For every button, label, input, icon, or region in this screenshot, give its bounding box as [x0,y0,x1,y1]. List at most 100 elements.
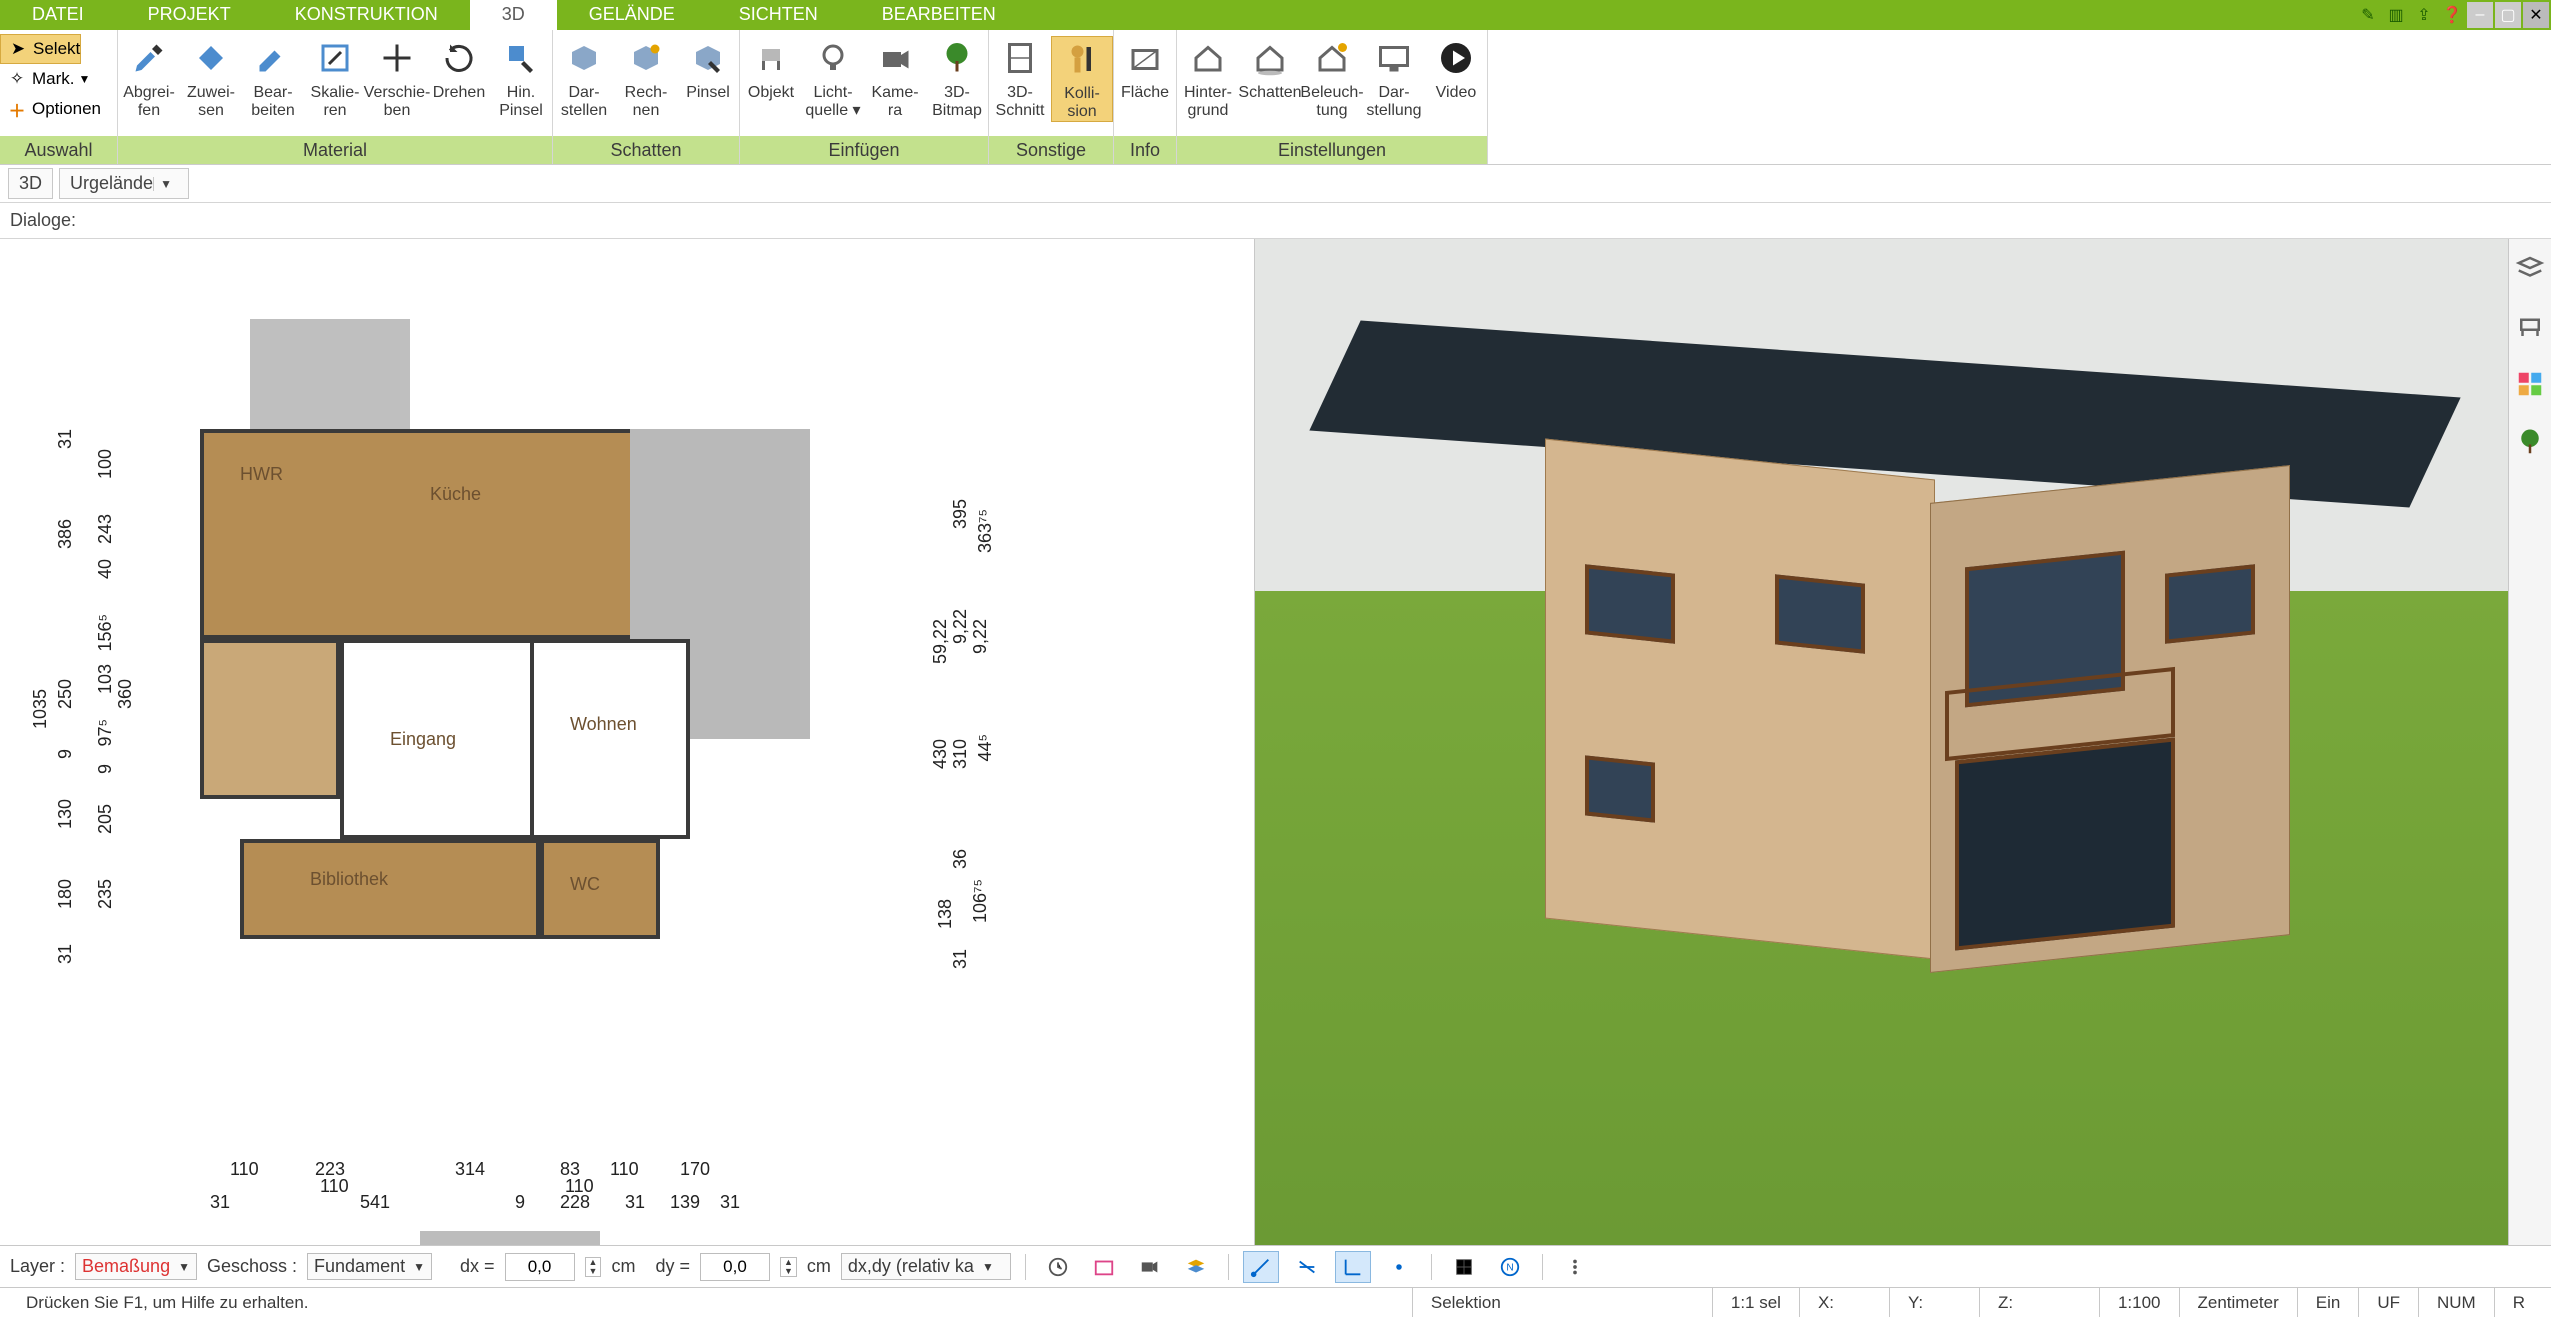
shadow-rechnen-button[interactable]: Rech-nen [615,36,677,120]
dim-label: 228 [560,1192,590,1213]
material-drehen-button[interactable]: Drehen [428,36,490,102]
insert-3dbitmap-button[interactable]: 3D-Bitmap [926,36,988,120]
dim-label: 360 [115,679,136,709]
plants-icon[interactable] [2515,427,2545,457]
hintergrund-button[interactable]: Hinter-grund [1177,36,1239,120]
flaeche-button[interactable]: Fläche [1114,36,1176,102]
house-icon [1188,38,1228,78]
layers-toggle-icon[interactable] [1178,1251,1214,1283]
dim-label: 44⁵ [975,734,996,761]
chevron-down-icon: ▼ [153,177,178,191]
tab-3d[interactable]: 3D [470,0,557,30]
snap-perp-icon[interactable] [1335,1251,1371,1283]
minimize-icon[interactable]: ‒ [2467,2,2493,28]
dy-spinner[interactable]: ▲▼ [780,1257,797,1277]
coord-mode-select[interactable]: dx,dy (relativ ka ▼ [841,1253,1011,1280]
maximize-icon[interactable]: ▢ [2495,2,2521,28]
snap-mid-icon[interactable] [1289,1251,1325,1283]
tab-gelaende[interactable]: GELÄNDE [557,0,707,30]
dx-spinner[interactable]: ▲▼ [585,1257,602,1277]
layer-select[interactable]: Bemaßung ▼ [75,1253,197,1280]
screenshot-icon[interactable] [1086,1251,1122,1283]
context-bar: 3D Urgelände ▼ [0,165,2551,203]
workspace: HWR Küche Eingang Wohnen Bibliothek WC 1… [0,239,2551,1245]
dim-label: 97⁵ [95,719,116,746]
format-paint-icon[interactable]: ✎ [2355,2,2381,28]
dim-label: 31 [625,1192,645,1213]
dim-label: 156⁵ [95,614,116,652]
tab-projekt[interactable]: PROJEKT [116,0,263,30]
darstellung-button[interactable]: Dar-stellung [1363,36,1425,120]
material-abgreifen-button[interactable]: Abgrei-fen [118,36,180,120]
insert-lichtquelle-button[interactable]: Licht-quelle ▾ [802,36,864,120]
dx-input[interactable] [505,1253,575,1281]
material-bearbeiten-button[interactable]: Bear-beiten [242,36,304,120]
room-label: WC [570,874,600,895]
schatten-settings-button[interactable]: Schatten [1239,36,1301,102]
tab-konstruktion[interactable]: KONSTRUKTION [263,0,470,30]
select-mode-button[interactable]: ➤ Selekt [0,34,81,64]
dim-label: 9 [55,749,76,759]
plan-view[interactable]: HWR Küche Eingang Wohnen Bibliothek WC 1… [0,239,1255,1245]
layer-combo[interactable]: Urgelände ▼ [59,168,189,199]
dim-label: 106⁷⁵ [970,879,991,923]
options-button[interactable]: ＋ Optionen [0,94,101,124]
ribbon-group-sonstige: 3D-Schnitt Kolli-sion Sonstige [989,30,1114,164]
furniture-icon[interactable] [2515,311,2545,341]
layers-icon[interactable] [2515,253,2545,283]
insert-kamera-button[interactable]: Kame-ra [864,36,926,120]
collision-icon [1062,39,1102,79]
north-icon[interactable]: N [1492,1251,1528,1283]
kollision-button[interactable]: Kolli-sion [1051,36,1113,122]
status-r: R [2494,1288,2543,1317]
video-button[interactable]: Video [1425,36,1487,102]
group-label-schatten: Schatten [553,136,739,164]
dy-input[interactable] [700,1253,770,1281]
geschoss-select[interactable]: Fundament ▼ [307,1253,432,1280]
more-icon[interactable] [1557,1251,1593,1283]
shadow-darstellen-button[interactable]: Dar-stellen [553,36,615,120]
dim-label: 9,22 [970,619,991,654]
3d-schnitt-button[interactable]: 3D-Schnitt [989,36,1051,120]
house-shadow-icon [1250,38,1290,78]
chevron-down-icon: ▼ [413,1260,425,1274]
status-unit: Zentimeter [2179,1288,2297,1317]
snap-grid-icon[interactable] [1381,1251,1417,1283]
material-hinpinsel-button[interactable]: Hin.Pinsel [490,36,552,120]
tab-bearbeiten[interactable]: BEARBEITEN [850,0,1028,30]
material-verschieben-button[interactable]: Verschie-ben [366,36,428,120]
dim-label: 250 [55,679,76,709]
dim-label: 59,22 [930,619,951,664]
share-icon[interactable]: ⇪ [2411,2,2437,28]
shadow-pinsel-button[interactable]: Pinsel [677,36,739,102]
hscroll-thumb[interactable] [420,1231,600,1245]
bottom-toolbar: Layer : Bemaßung ▼ Geschoss : Fundament … [0,1245,2551,1287]
calc-cube-icon [626,38,666,78]
snap-endpoint-icon[interactable] [1243,1251,1279,1283]
dim-label: 31 [55,944,76,964]
materials-icon[interactable] [2515,369,2545,399]
chevron-down-icon: ▼ [178,1260,190,1274]
dim-label: 180 [55,879,76,909]
ribbon-group-material: Abgrei-fen Zuwei-sen Bear-beiten Skalie-… [118,30,553,164]
dim-label: 36 [950,849,971,869]
tab-datei[interactable]: DATEI [0,0,116,30]
mark-mode-button[interactable]: ✧ Mark. ▼ [0,64,90,94]
clock-icon[interactable] [1040,1251,1076,1283]
status-selscale: 1:1 sel [1712,1288,1799,1317]
tab-sichten[interactable]: SICHTEN [707,0,850,30]
grid-toggle-icon[interactable] [1446,1251,1482,1283]
insert-objekt-button[interactable]: Objekt [740,36,802,102]
video-rec-icon[interactable] [1132,1251,1168,1283]
material-zuweisen-button[interactable]: Zuwei-sen [180,36,242,120]
material-skalieren-button[interactable]: Skalie-ren [304,36,366,120]
help-icon[interactable]: ❓ [2439,2,2465,28]
dialog-bar: Dialoge: [0,203,2551,239]
beleuchtung-button[interactable]: Beleuch-tung [1301,36,1363,120]
3d-view[interactable] [1255,239,2510,1245]
clipboard-icon[interactable]: ▥ [2383,2,2409,28]
status-x: X: [1799,1288,1889,1317]
close-icon[interactable]: ✕ [2523,2,2549,28]
dy-label: dy = [655,1256,690,1277]
scale-icon [315,38,355,78]
